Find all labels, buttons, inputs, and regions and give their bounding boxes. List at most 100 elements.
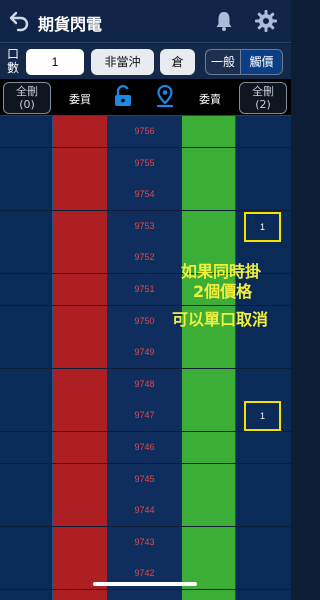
buy-order-cell[interactable]	[0, 432, 53, 463]
sell-market-cell[interactable]	[182, 337, 235, 369]
buy-market-cell[interactable]	[53, 179, 107, 211]
sell-order-cell[interactable]	[235, 463, 291, 495]
sell-market-cell[interactable]	[182, 116, 235, 147]
pending-sell-order-box[interactable]: 1	[244, 211, 281, 242]
buy-market-cell[interactable]	[53, 337, 107, 369]
price-cell: 9749	[107, 337, 182, 369]
buy-market-cell[interactable]	[53, 432, 107, 463]
sell-order-cell[interactable]	[235, 558, 291, 590]
sell-order-cell[interactable]	[235, 495, 291, 527]
price-cell: 9750	[107, 305, 182, 337]
sell-order-cell[interactable]	[235, 179, 291, 211]
ladder-row: 9754	[0, 179, 291, 211]
sell-order-cell[interactable]	[235, 116, 291, 147]
buy-market-cell[interactable]	[53, 400, 107, 432]
sell-market-cell[interactable]	[182, 432, 235, 463]
qty-input[interactable]: 1	[26, 49, 84, 75]
order-mode-toggle: 一般 觸價	[205, 49, 283, 75]
mode-general-tab[interactable]: 一般	[206, 50, 240, 74]
buy-order-cell[interactable]	[0, 274, 53, 305]
qty-label: 口數	[6, 47, 19, 75]
price-cell: 9745	[107, 463, 182, 495]
order-controls: 口數 1 非當沖 倉 一般 觸價	[0, 44, 291, 79]
sell-column-header: 委賣	[199, 93, 221, 106]
buy-order-cell[interactable]	[0, 210, 53, 242]
delete-all-buy-count: (0)	[19, 98, 35, 111]
price-cell: 9753	[107, 210, 182, 242]
price-cell: 9743	[107, 526, 182, 558]
annotation-line-3: 可以單口取消	[172, 310, 269, 329]
position-button[interactable]: 倉	[160, 49, 195, 75]
buy-order-cell[interactable]	[0, 526, 53, 558]
sell-order-cell[interactable]	[235, 590, 291, 600]
buy-order-cell[interactable]	[0, 400, 53, 432]
sell-market-cell[interactable]	[182, 590, 235, 600]
ladder-row: 9744	[0, 495, 291, 527]
buy-market-cell[interactable]	[53, 463, 107, 495]
buy-order-cell[interactable]	[0, 558, 53, 590]
price-cell: 9754	[107, 179, 182, 211]
sell-order-cell[interactable]	[235, 147, 291, 179]
price-cell: 9751	[107, 274, 182, 305]
sell-market-cell[interactable]	[182, 147, 235, 179]
buy-order-cell[interactable]	[0, 242, 53, 274]
sell-market-cell[interactable]	[182, 526, 235, 558]
buy-market-cell[interactable]	[53, 305, 107, 337]
gear-icon[interactable]	[254, 9, 278, 33]
delete-all-sell-count: (2)	[255, 98, 271, 111]
price-cell: 9755	[107, 147, 182, 179]
buy-column-header: 委買	[69, 93, 91, 106]
buy-order-cell[interactable]	[0, 116, 53, 147]
sell-order-cell[interactable]	[235, 337, 291, 369]
non-day-trade-button[interactable]: 非當沖	[91, 49, 154, 75]
buy-order-cell[interactable]	[0, 495, 53, 527]
ladder-header: 全刪 (0) 委買 委賣 全刪 (2)	[0, 79, 291, 116]
price-cell: 9744	[107, 495, 182, 527]
sell-order-cell[interactable]	[235, 526, 291, 558]
ladder-row: 9755	[0, 147, 291, 179]
app-header: 期貨閃電	[0, 0, 291, 43]
location-pin-icon[interactable]	[156, 85, 174, 109]
buy-order-cell[interactable]	[0, 179, 53, 211]
sell-market-cell[interactable]	[182, 495, 235, 527]
bell-icon[interactable]	[214, 10, 234, 32]
buy-order-cell[interactable]	[0, 147, 53, 179]
sell-market-cell[interactable]	[182, 368, 235, 400]
buy-order-cell[interactable]	[0, 305, 53, 337]
price-cell: 9747	[107, 400, 182, 432]
buy-market-cell[interactable]	[53, 526, 107, 558]
unlock-icon[interactable]	[113, 85, 133, 107]
ladder-row: 9745	[0, 463, 291, 495]
page-title: 期貨閃電	[38, 15, 103, 34]
sell-market-cell[interactable]	[182, 463, 235, 495]
buy-market-cell[interactable]	[53, 116, 107, 147]
pending-sell-order-box[interactable]: 1	[244, 401, 281, 432]
buy-market-cell[interactable]	[53, 590, 107, 600]
ladder-row: 9756	[0, 116, 291, 147]
delete-all-buy-label: 全刪	[16, 85, 38, 98]
annotation-line-2: 2個價格	[193, 282, 253, 301]
buy-market-cell[interactable]	[53, 274, 107, 305]
price-cell: 9746	[107, 432, 182, 463]
buy-market-cell[interactable]	[53, 147, 107, 179]
delete-all-buy-button[interactable]: 全刪 (0)	[3, 82, 51, 114]
back-arrow-icon[interactable]	[8, 10, 30, 32]
sell-market-cell[interactable]	[182, 210, 235, 242]
ladder-row: 9746	[0, 432, 291, 463]
buy-market-cell[interactable]	[53, 210, 107, 242]
sell-order-cell[interactable]	[235, 368, 291, 400]
buy-order-cell[interactable]	[0, 590, 53, 600]
sell-market-cell[interactable]	[182, 179, 235, 211]
buy-order-cell[interactable]	[0, 463, 53, 495]
buy-order-cell[interactable]	[0, 368, 53, 400]
sell-market-cell[interactable]	[182, 400, 235, 432]
ladder-row: 9741	[0, 590, 291, 600]
delete-all-sell-button[interactable]: 全刪 (2)	[239, 82, 287, 114]
buy-market-cell[interactable]	[53, 495, 107, 527]
buy-market-cell[interactable]	[53, 368, 107, 400]
mode-trigger-tab[interactable]: 觸價	[240, 50, 282, 74]
buy-market-cell[interactable]	[53, 242, 107, 274]
buy-order-cell[interactable]	[0, 337, 53, 369]
sell-order-cell[interactable]	[235, 432, 291, 463]
price-cell: 9741	[107, 590, 182, 600]
